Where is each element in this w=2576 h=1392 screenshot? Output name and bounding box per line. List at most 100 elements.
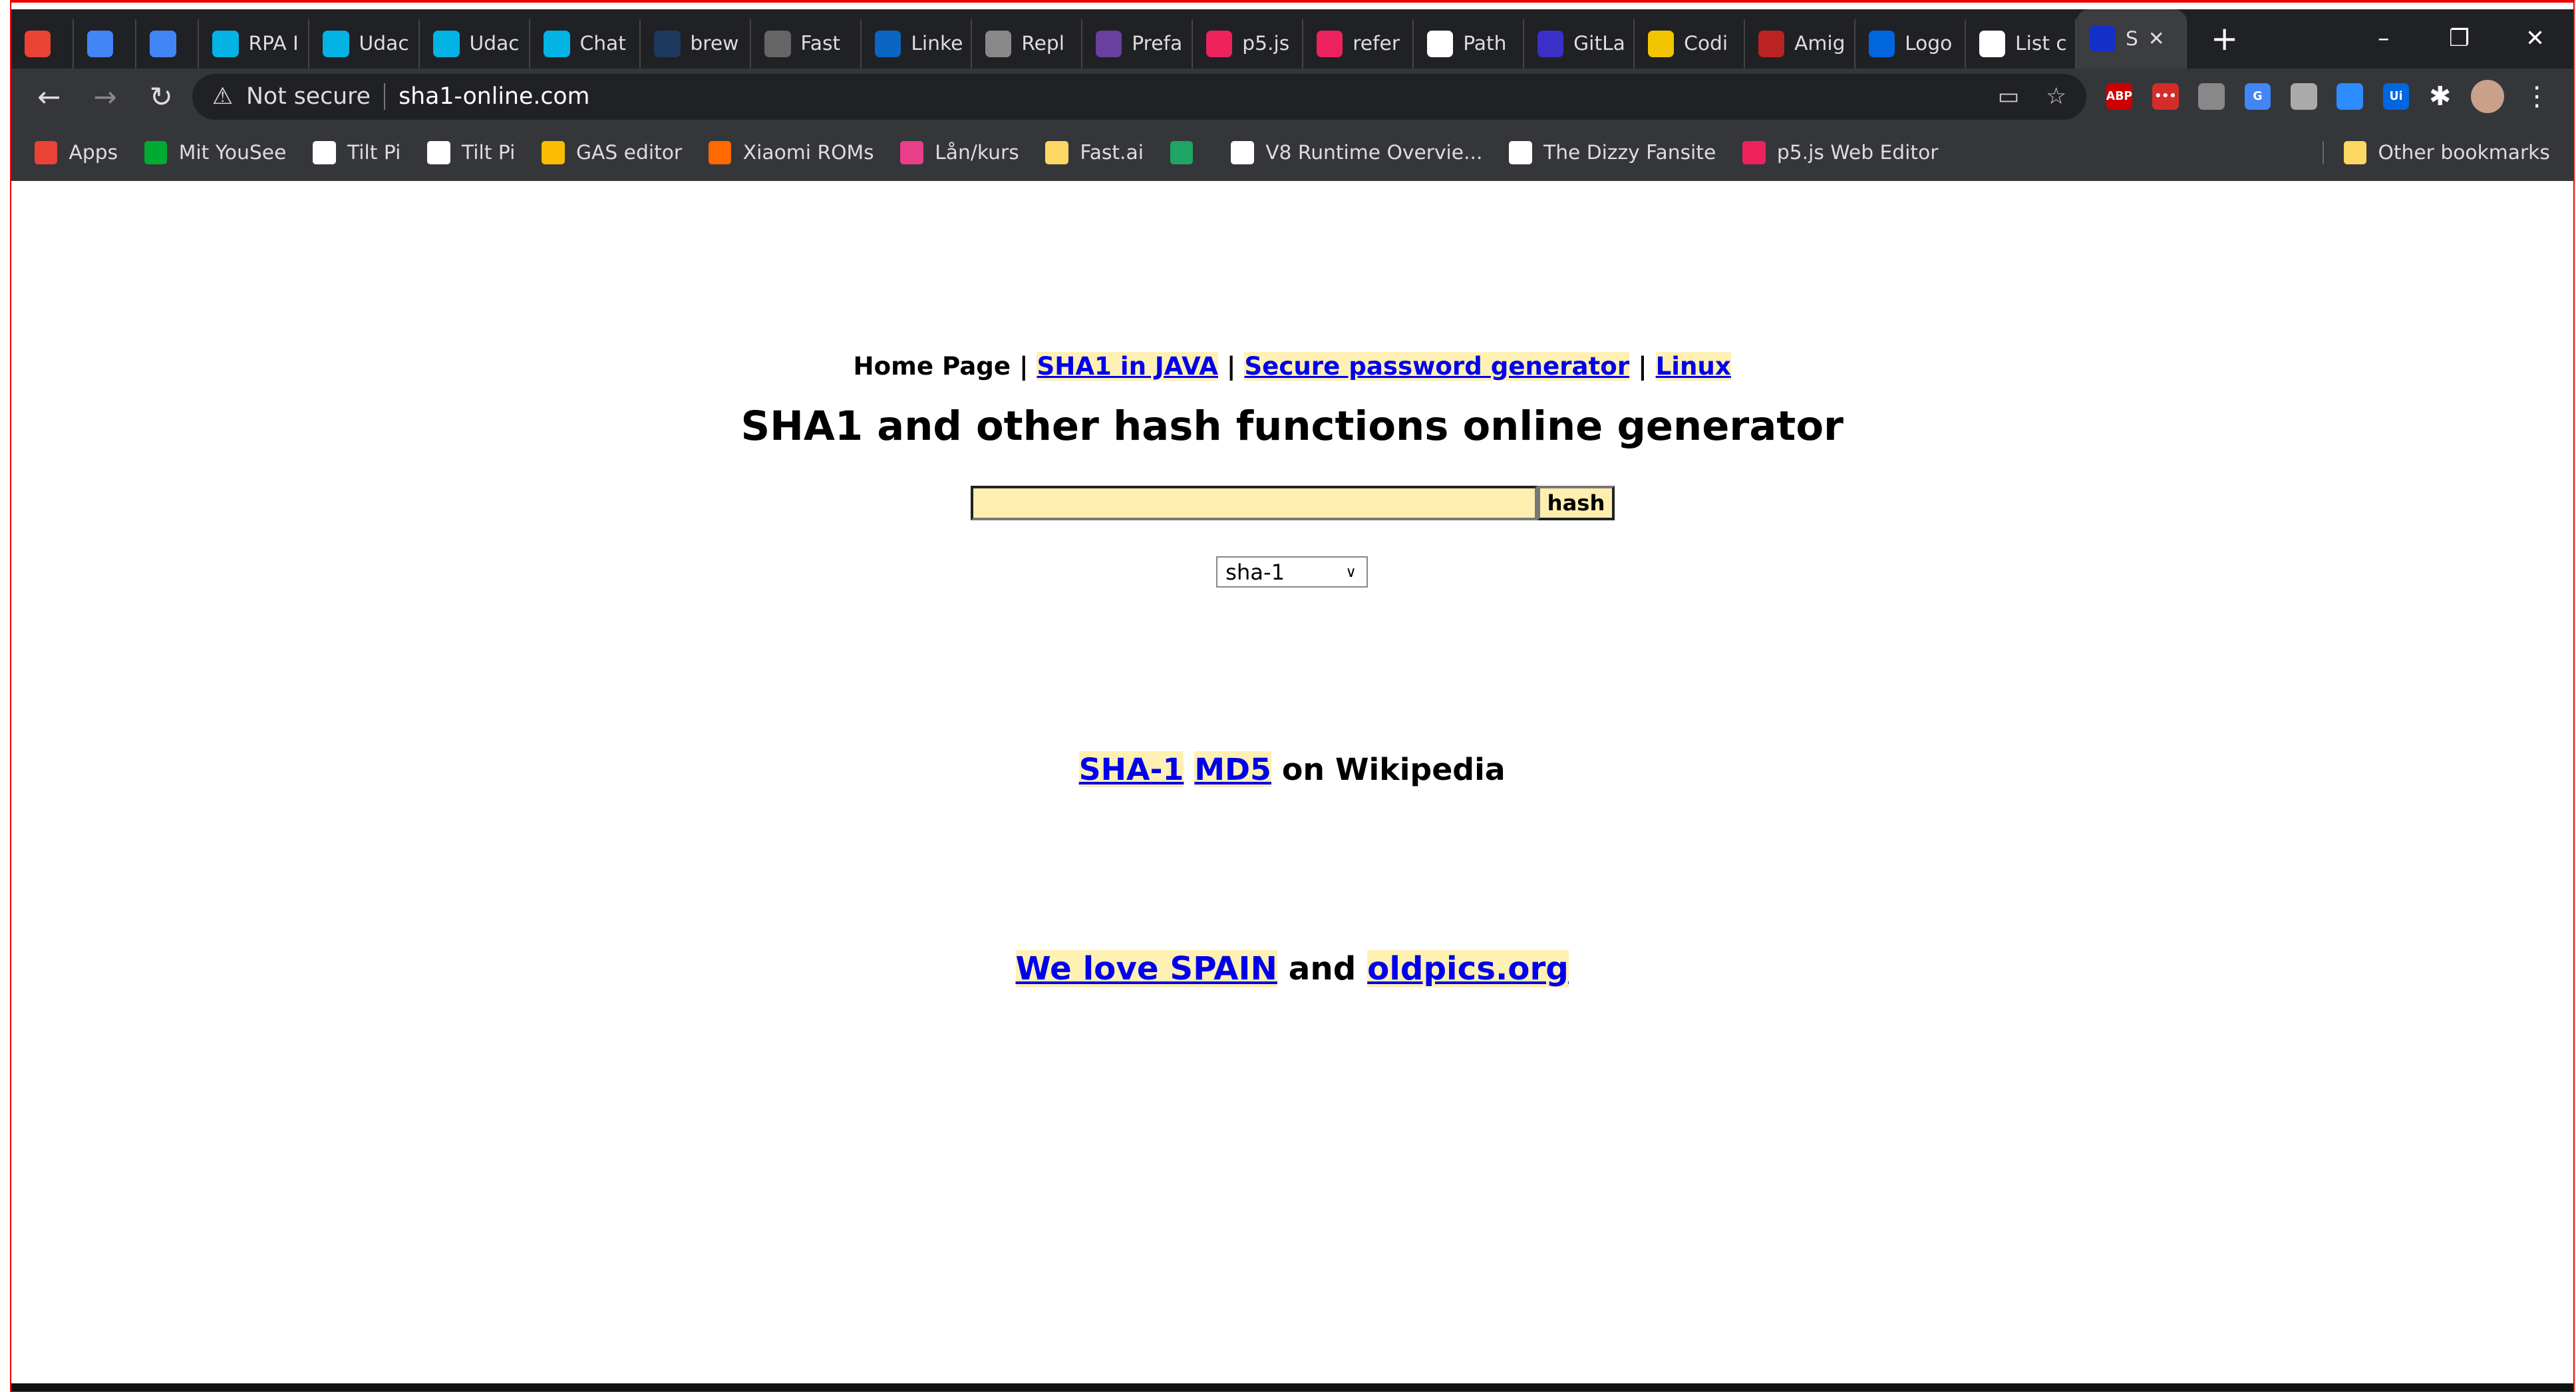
bookmark-item[interactable]: Mit YouSee: [144, 141, 286, 164]
bookmark-item[interactable]: Tilt Pi: [312, 141, 401, 164]
warning-icon: ⚠: [212, 83, 234, 110]
omnibox[interactable]: ⚠ Not secure sha1-online.com ▭ ☆: [192, 73, 2086, 120]
sha1-wikipedia-link[interactable]: SHA-1: [1078, 751, 1184, 787]
devtools-icon: [1426, 31, 1454, 57]
uipath-icon[interactable]: Ui: [2382, 83, 2410, 110]
bookmark-favicon-icon: [708, 141, 732, 164]
bookmark-item[interactable]: Apps: [34, 141, 118, 164]
tab[interactable]: Chat: [530, 19, 641, 69]
taskbar-edge: [11, 1383, 2573, 1392]
openai-icon[interactable]: [2198, 83, 2225, 110]
home-page-label: Home Page: [853, 352, 1011, 381]
gmail-icon: [24, 31, 51, 57]
bookmark-item[interactable]: Xiaomi ROMs: [708, 141, 874, 164]
tab[interactable]: brew: [641, 19, 752, 69]
sha1-java-link[interactable]: SHA1 in JAVA: [1037, 352, 1218, 381]
other-bookmarks[interactable]: Other bookmarks: [2322, 140, 2573, 164]
hash-input[interactable]: [970, 485, 1537, 520]
udacity-icon: [323, 31, 349, 57]
linux-link[interactable]: Linux: [1655, 352, 1731, 381]
udacity-icon: [543, 31, 570, 57]
tab[interactable]: S ✕: [2076, 9, 2187, 69]
tab[interactable]: Path: [1414, 19, 1524, 69]
menu-kebab-icon[interactable]: ⋮: [2523, 81, 2550, 112]
tab[interactable]: [74, 19, 137, 69]
bookmark-item[interactable]: V8 Runtime Overvie...: [1231, 141, 1482, 164]
lastpass-icon[interactable]: •••: [2152, 83, 2179, 110]
tab[interactable]: p5.js: [1193, 19, 1303, 69]
udacity-icon: [432, 31, 460, 57]
extensions-puzzle-icon[interactable]: ✱: [2429, 81, 2451, 112]
md5-wikipedia-link[interactable]: MD5: [1194, 751, 1271, 787]
tab[interactable]: Udac: [309, 19, 420, 69]
bookmark-item[interactable]: GAS editor: [542, 141, 682, 164]
forward-button[interactable]: →: [80, 81, 130, 113]
minimize-button[interactable]: –: [2346, 25, 2422, 52]
avatar[interactable]: [2470, 80, 2504, 113]
we-love-spain-link[interactable]: We love SPAIN: [1015, 950, 1277, 988]
tab[interactable]: Codi: [1635, 19, 1745, 69]
back-button[interactable]: ←: [25, 81, 74, 113]
algorithm-select[interactable]: sha-1 ∨: [1215, 556, 1368, 588]
linkedin-icon: [874, 31, 901, 57]
bookmark-favicon-icon: [1742, 141, 1766, 164]
bookmark-item[interactable]: The Dizzy Fansite: [1509, 141, 1716, 164]
translate-icon[interactable]: G: [2244, 83, 2271, 110]
zoom-icon[interactable]: [2336, 83, 2363, 110]
password-generator-link[interactable]: Secure password generator: [1244, 352, 1630, 381]
tab[interactable]: Udac: [420, 19, 531, 69]
amiga-icon: [1758, 31, 1785, 57]
bookmark-item[interactable]: Tilt Pi: [427, 141, 515, 164]
cast-icon[interactable]: ▭: [1998, 83, 2020, 110]
uipath-icon: [1868, 31, 1895, 57]
bookmark-favicon-icon: [34, 141, 58, 164]
tab[interactable]: Prefa: [1082, 19, 1193, 69]
abp-icon[interactable]: ABP: [2106, 83, 2133, 110]
bookmark-item[interactable]: Lån/kurs: [900, 141, 1019, 164]
udacity-icon: [212, 31, 239, 57]
reload-button[interactable]: ↻: [136, 81, 186, 113]
tab[interactable]: List c: [1966, 19, 2076, 69]
tab[interactable]: [11, 19, 74, 69]
p5-icon: [1316, 31, 1343, 57]
security-indicator[interactable]: Not secure: [246, 83, 371, 110]
oldpics-link[interactable]: oldpics.org: [1367, 950, 1569, 988]
tab[interactable]: Linke: [862, 19, 973, 69]
tab[interactable]: Logo: [1855, 19, 1966, 69]
wikipedia-icon: [1979, 31, 2006, 57]
bookmark-item[interactable]: p5.js Web Editor: [1742, 141, 1938, 164]
bookmark-item[interactable]: [1170, 141, 1205, 164]
tab[interactable]: RPA I: [199, 19, 310, 69]
hash-button[interactable]: hash: [1537, 485, 1615, 520]
bookmark-favicon-icon: [312, 141, 336, 164]
bookmark-favicon-icon: [1231, 141, 1254, 164]
close-window-button[interactable]: ✕: [2497, 25, 2573, 52]
bookmark-item[interactable]: Fast.ai: [1045, 141, 1144, 164]
close-tab-icon[interactable]: ✕: [2148, 27, 2165, 51]
gitlab-icon: [1537, 31, 1564, 57]
folder-icon: [2343, 141, 2367, 164]
top-nav: Home Page | SHA1 in JAVA | Secure passwo…: [853, 352, 1731, 381]
address-bar-row: ← → ↻ ⚠ Not secure sha1-online.com ▭ ☆ AB…: [11, 69, 2573, 125]
new-tab-button[interactable]: +: [2203, 19, 2245, 58]
tab[interactable]: GitLa: [1524, 19, 1635, 69]
replit-icon: [985, 31, 1012, 57]
prefab-icon: [1095, 31, 1122, 57]
calendar-icon: [86, 31, 114, 57]
extension-k-icon[interactable]: [2291, 83, 2317, 110]
tab[interactable]: Repl: [972, 19, 1082, 69]
url-text[interactable]: sha1-online.com: [399, 83, 589, 110]
restore-button[interactable]: ❐: [2422, 25, 2497, 52]
p5-icon: [1206, 31, 1233, 57]
tab[interactable]: [136, 19, 200, 69]
tab-bar: RPA I Udac Udac Chat brew Fast Linke Repl Prefa p…: [11, 9, 2573, 69]
bookmark-favicon-icon: [427, 141, 450, 164]
tab[interactable]: Fast: [751, 19, 862, 69]
chevron-down-icon: ∨: [1345, 563, 1357, 581]
tab[interactable]: Amig: [1745, 19, 1855, 69]
bookmark-star-icon[interactable]: ☆: [2046, 83, 2066, 110]
bookmark-favicon-icon: [1045, 141, 1068, 164]
page-title: SHA1 and other hash functions online gen…: [740, 403, 1844, 450]
tab[interactable]: refer: [1303, 19, 1414, 69]
ss-icon: [653, 31, 681, 57]
